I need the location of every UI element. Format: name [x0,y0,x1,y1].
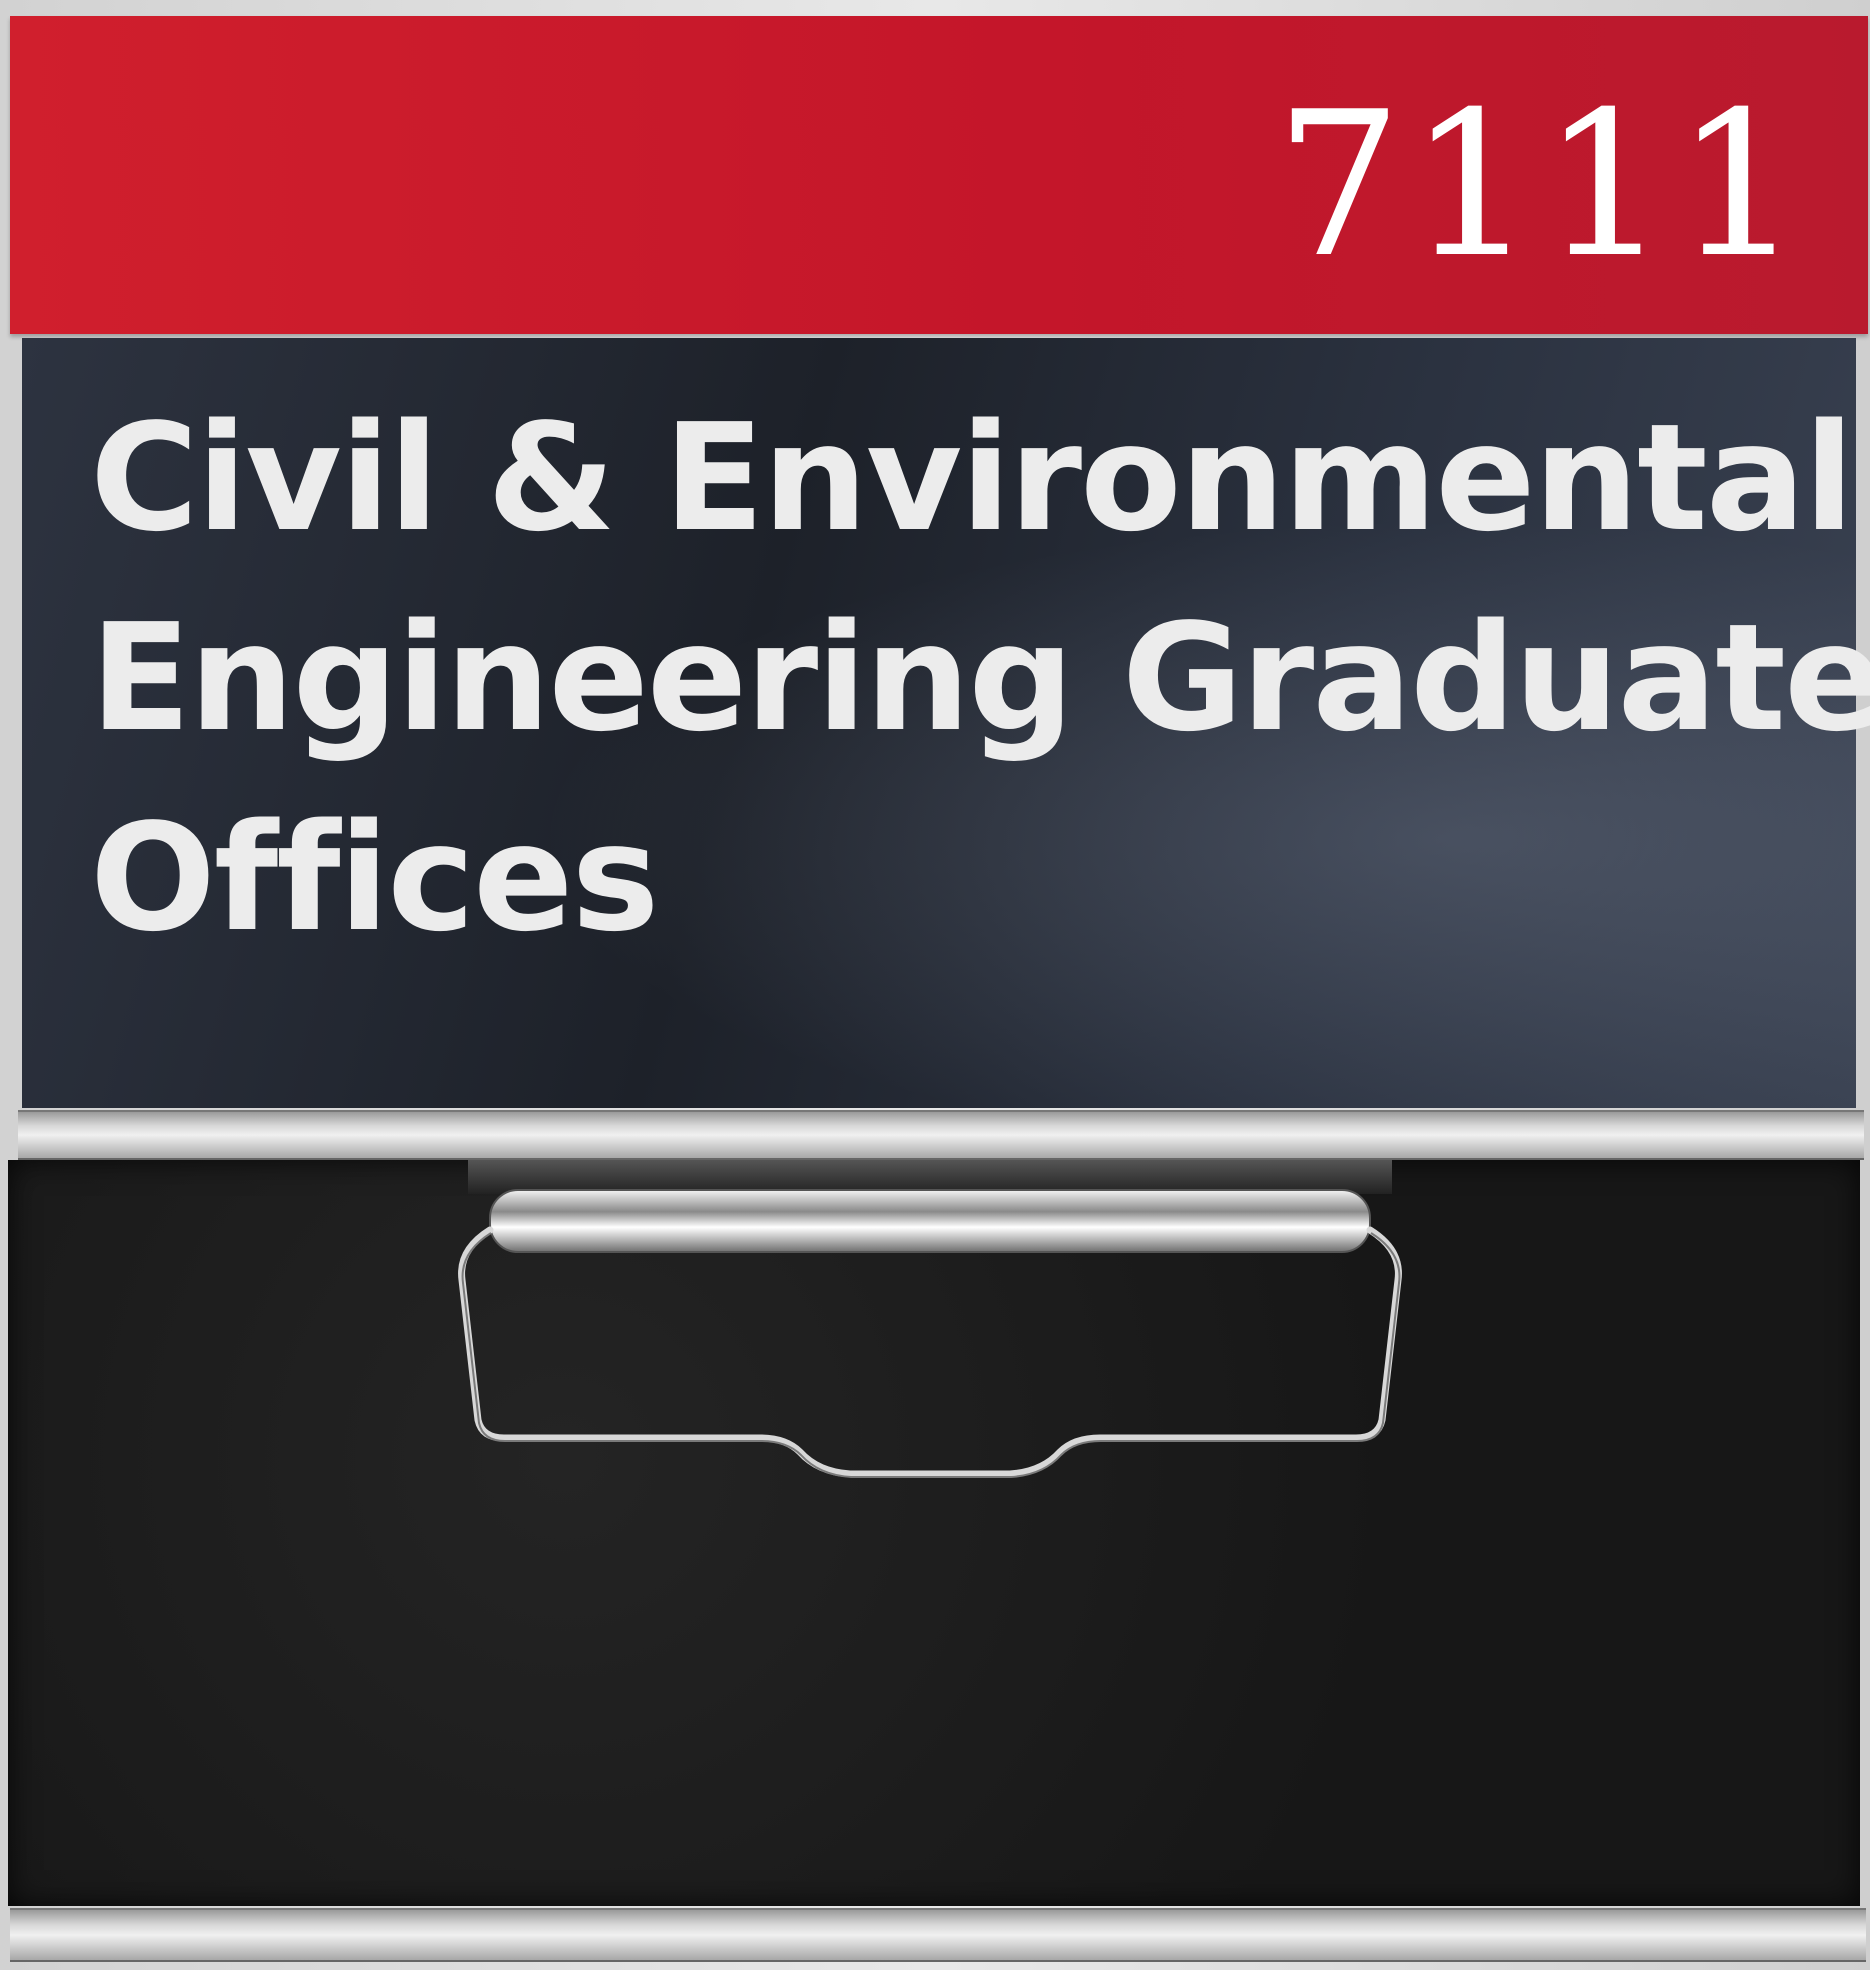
clip-bar[interactable] [489,1189,1371,1253]
metal-rail-bottom [10,1908,1866,1962]
metal-rail-top [18,1110,1864,1160]
clip-mount [468,1160,1392,1194]
department-name-line-3: Offices [90,792,660,964]
department-name-line-1: Civil & Environmental [90,392,1854,564]
department-name-line-2: Engineering Graduate [90,592,1870,764]
room-number: 7111 [1275,69,1808,302]
wire-clip-icon[interactable] [450,1160,1410,1490]
clip-wire[interactable] [458,1226,1402,1478]
room-number-band: 7111 [10,16,1868,334]
department-name-panel: Civil & Environmental Engineering Gradua… [22,338,1870,1108]
department-name: Civil & Environmental Engineering Gradua… [90,378,1870,978]
clip-wire-shadow [461,1232,1401,1478]
room-sign: 7111 Civil & Environmental Engineering G… [0,0,1870,1970]
